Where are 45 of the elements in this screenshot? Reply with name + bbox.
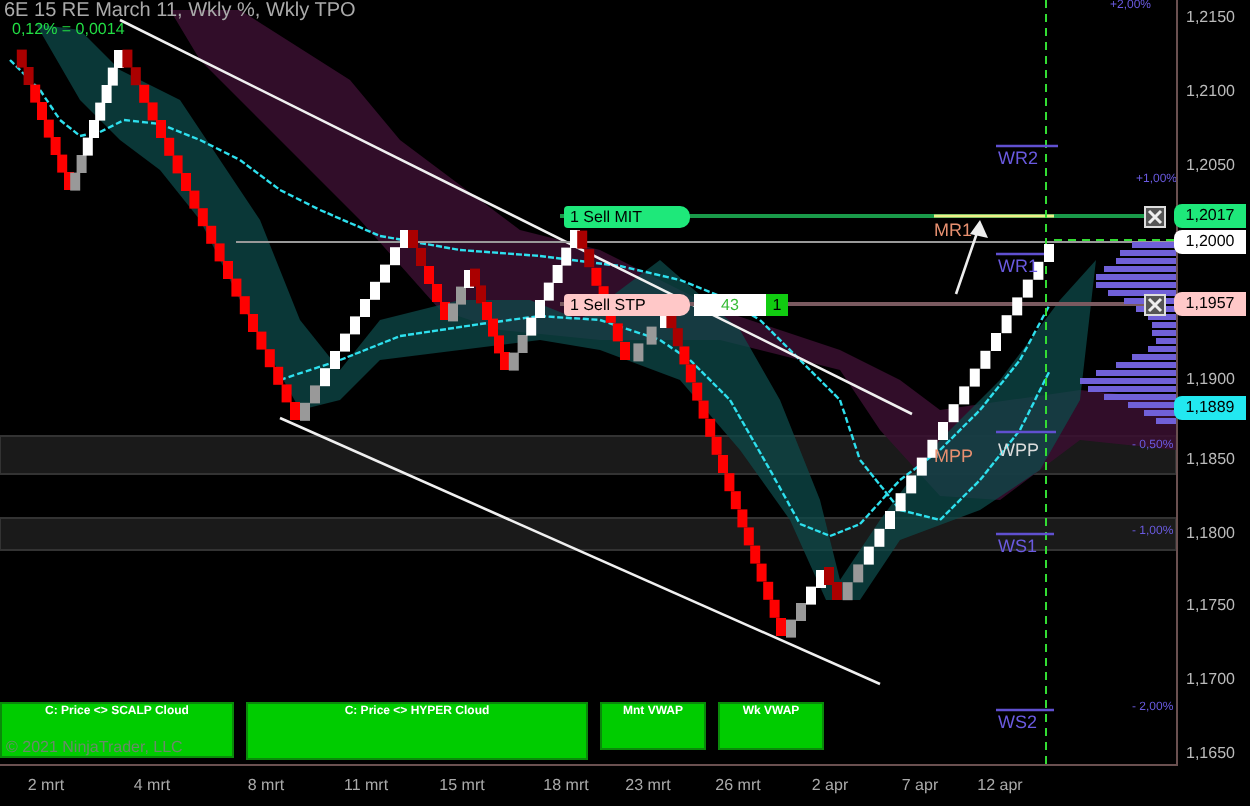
order-tag[interactable]: 1 Sell MIT	[564, 206, 690, 228]
scale-note: 0,12% = 0,0014	[12, 20, 125, 38]
price-tick: 1,1750	[1186, 596, 1235, 614]
price-tick: 1,2150	[1186, 8, 1235, 26]
price-marker: 1,1889	[1174, 396, 1246, 420]
pivot-line	[996, 144, 1058, 148]
pivot-label: WPP	[998, 440, 1040, 460]
close-icon[interactable]	[1144, 294, 1166, 316]
pivot-label: MR1	[934, 220, 973, 240]
pivot-label: WS2	[998, 712, 1038, 732]
price-tick: 1,1650	[1186, 744, 1235, 762]
pivot-label: WS1	[998, 536, 1038, 556]
time-tick: 18 mrt	[543, 776, 589, 794]
time-tick: 8 mrt	[247, 776, 285, 794]
time-tick: 2 mrt	[27, 776, 65, 794]
time-tick: 7 apr	[901, 776, 939, 794]
copyright-text: © 2021 NinjaTrader, LLC	[6, 738, 183, 756]
price-marker: 1,1957	[1174, 292, 1246, 316]
price-tick: 1,1700	[1186, 670, 1235, 688]
chart-title: 6E 15 RE March 11, Wkly %, Wkly TPO	[4, 0, 356, 22]
price-marker: 1,2000	[1174, 230, 1246, 254]
pivot-label: WR2	[998, 148, 1038, 168]
price-tick: 1,1800	[1186, 524, 1235, 542]
price-tick: 1,1900	[1186, 370, 1235, 388]
pivot-line	[996, 532, 1054, 536]
time-tick: 12 apr	[977, 776, 1023, 794]
price-tick: 1,2050	[1186, 156, 1235, 174]
time-tick: 4 mrt	[133, 776, 171, 794]
time-tick: 23 mrt	[625, 776, 671, 794]
pivot-label: MPP	[934, 446, 974, 466]
price-tick: 1,2100	[1186, 82, 1235, 100]
time-tick: 2 apr	[811, 776, 849, 794]
pivot-line	[996, 708, 1054, 712]
price-tick: 1,1850	[1186, 450, 1235, 468]
time-marker-line	[1053, 239, 1176, 241]
time-tick: 15 mrt	[439, 776, 485, 794]
order-tag[interactable]: 1 Sell STP	[564, 294, 690, 316]
price-marker: 1,2017	[1174, 204, 1246, 228]
order-quantity[interactable]: 43	[694, 294, 766, 316]
time-tick: 26 mrt	[715, 776, 761, 794]
order-count[interactable]: 1	[766, 294, 788, 316]
close-icon[interactable]	[1144, 206, 1166, 228]
time-tick: 11 mrt	[343, 776, 389, 794]
pivot-line	[934, 214, 1054, 218]
pivot-line	[996, 430, 1056, 434]
